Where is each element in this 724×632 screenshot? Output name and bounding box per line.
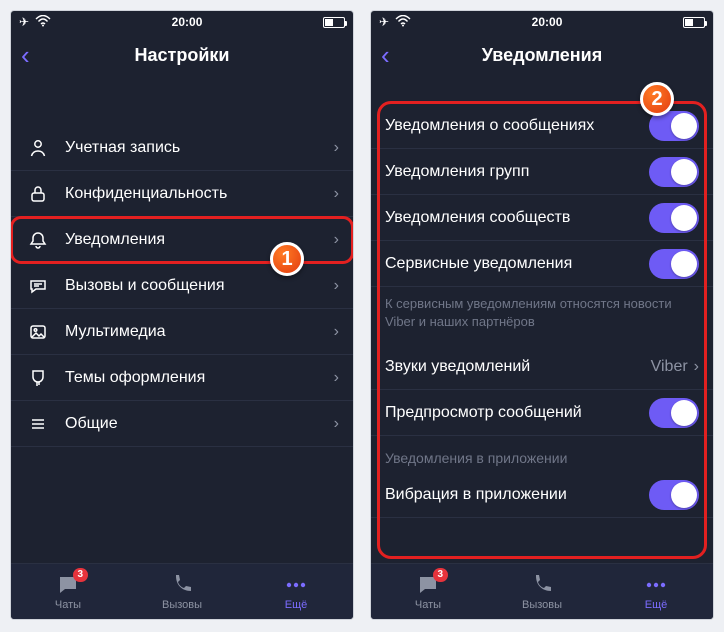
tab-more[interactable]: Ещё: [599, 564, 713, 619]
tab-bar: 3 Чаты Вызовы Ещё: [371, 563, 713, 619]
row-in-app-vibrate[interactable]: Вибрация в приложении: [371, 472, 713, 518]
row-group-notifications[interactable]: Уведомления групп: [371, 149, 713, 195]
chevron-right-icon: ›: [694, 358, 699, 376]
status-bar: ✈ 20:00: [371, 11, 713, 33]
row-account[interactable]: Учетная запись ›: [11, 125, 353, 171]
tab-calls[interactable]: Вызовы: [125, 564, 239, 619]
back-icon[interactable]: ‹: [381, 42, 390, 68]
row-general[interactable]: Общие ›: [11, 401, 353, 447]
tab-chats[interactable]: 3 Чаты: [371, 564, 485, 619]
row-service-notifications[interactable]: Сервисные уведомления: [371, 241, 713, 287]
bell-icon: [25, 230, 51, 250]
toggle-switch[interactable]: [649, 157, 699, 187]
chevron-right-icon: ›: [334, 369, 339, 387]
service-footnote: К сервисным уведомлениям относятся новос…: [371, 287, 713, 344]
row-community-notifications[interactable]: Уведомления сообществ: [371, 195, 713, 241]
step-marker-1: 1: [270, 242, 304, 276]
wifi-icon: [395, 15, 411, 30]
tab-chats[interactable]: 3 Чаты: [11, 564, 125, 619]
settings-list: Учетная запись › Конфиденциальность › Ув…: [11, 77, 353, 563]
brush-icon: [25, 368, 51, 388]
toggle-switch[interactable]: [649, 203, 699, 233]
row-media[interactable]: Мультимедиа ›: [11, 309, 353, 355]
step-marker-2: 2: [640, 82, 674, 116]
chevron-right-icon: ›: [334, 231, 339, 249]
row-preview[interactable]: Предпросмотр сообщений: [371, 390, 713, 436]
toggle-switch[interactable]: [649, 249, 699, 279]
tab-more[interactable]: Ещё: [239, 564, 353, 619]
section-in-app: Уведомления в приложении: [371, 436, 713, 472]
toggle-switch[interactable]: [649, 480, 699, 510]
airplane-icon: ✈: [19, 15, 29, 29]
chevron-right-icon: ›: [334, 323, 339, 341]
chat-icon: [25, 276, 51, 296]
status-time: 20:00: [411, 15, 683, 29]
chevron-right-icon: ›: [334, 185, 339, 203]
chats-badge: 3: [73, 568, 89, 582]
tab-bar: 3 Чаты Вызовы Ещё: [11, 563, 353, 619]
back-icon[interactable]: ‹: [21, 42, 30, 68]
row-themes[interactable]: Темы оформления ›: [11, 355, 353, 401]
chevron-right-icon: ›: [334, 139, 339, 157]
row-sounds[interactable]: Звуки уведомлений Viber ›: [371, 344, 713, 390]
chats-badge: 3: [433, 568, 449, 582]
lock-icon: [25, 184, 51, 204]
page-title: Настройки: [11, 45, 353, 66]
airplane-icon: ✈: [379, 15, 389, 29]
battery-icon: [683, 17, 705, 28]
tab-calls[interactable]: Вызовы: [485, 564, 599, 619]
status-time: 20:00: [51, 15, 323, 29]
row-calls-messages[interactable]: Вызовы и сообщения ›: [11, 263, 353, 309]
row-privacy[interactable]: Конфиденциальность ›: [11, 171, 353, 217]
page-title: Уведомления: [371, 45, 713, 66]
phone-settings: ✈ 20:00 ‹ Настройки Учетная запись › Кон…: [10, 10, 354, 620]
battery-icon: [323, 17, 345, 28]
nav-header: ‹ Уведомления: [371, 33, 713, 77]
chevron-right-icon: ›: [334, 415, 339, 433]
status-bar: ✈ 20:00: [11, 11, 353, 33]
sound-value: Viber: [651, 358, 688, 376]
notifications-list: Уведомления о сообщениях Уведомления гру…: [371, 77, 713, 563]
image-icon: [25, 322, 51, 342]
chevron-right-icon: ›: [334, 277, 339, 295]
toggle-switch[interactable]: [649, 398, 699, 428]
nav-header: ‹ Настройки: [11, 33, 353, 77]
list-icon: [25, 414, 51, 434]
person-icon: [25, 138, 51, 158]
wifi-icon: [35, 15, 51, 30]
